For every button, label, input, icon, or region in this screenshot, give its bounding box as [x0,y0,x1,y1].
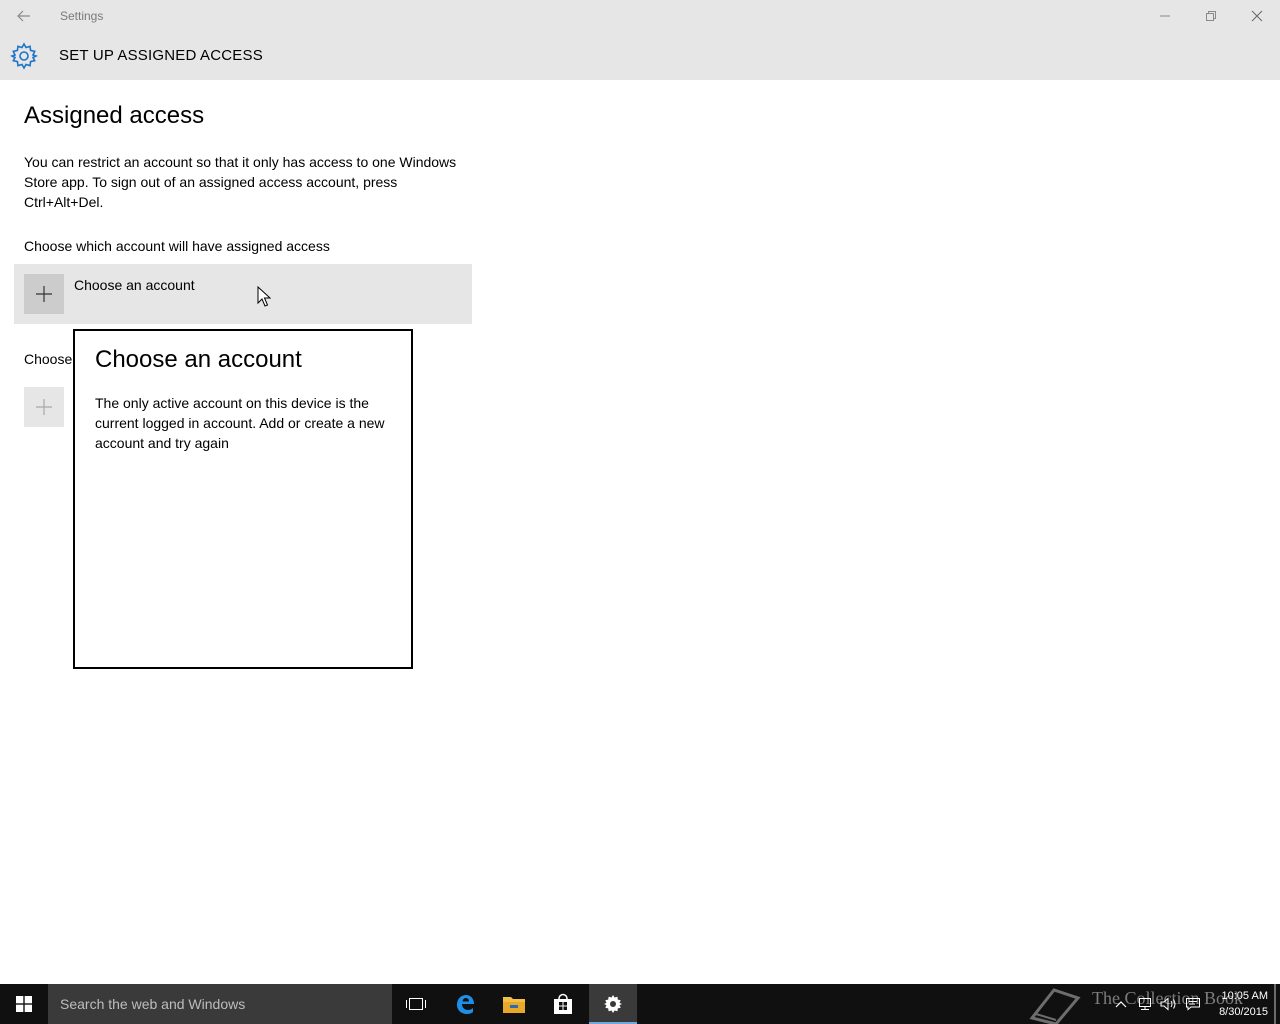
volume-button[interactable] [1158,984,1180,1024]
task-view-button[interactable] [392,984,440,1024]
show-desktop-button[interactable] [1274,984,1276,1024]
plus-icon [36,399,52,415]
back-button[interactable] [0,0,48,32]
speaker-icon [1160,997,1176,1011]
gear-icon [604,995,622,1013]
network-icon [1139,998,1151,1010]
add-account-tile [24,274,64,314]
header-title: SET UP ASSIGNED ACCESS [59,47,263,64]
choose-account-flyout: Choose an account The only active accoun… [73,329,413,669]
message-icon [1186,998,1200,1011]
minimize-icon [1160,15,1170,17]
page-title: Assigned access [24,102,205,129]
tray-overflow-button[interactable] [1110,984,1132,1024]
choose-account-label: Choose an account [74,277,195,293]
store-icon [554,993,572,1014]
taskbar: Search the web and Windows The Collectio… [0,984,1280,1024]
gear-icon [10,42,38,70]
settings-taskbar-button[interactable] [589,984,637,1024]
book-icon [1029,988,1081,1024]
start-button[interactable] [0,984,48,1024]
close-button[interactable] [1234,0,1280,32]
restore-button[interactable] [1188,0,1234,32]
plus-icon [36,286,52,302]
search-input[interactable]: Search the web and Windows [48,984,392,1024]
watermark: The Collection Book [1028,984,1243,1024]
chevron-up-icon [1115,1001,1127,1008]
folder-icon [503,997,525,1013]
windows-logo-icon [16,996,32,1012]
flyout-title: Choose an account [95,346,302,373]
system-clock[interactable]: 10:05 AM 8/30/2015 [1206,988,1268,1020]
search-placeholder: Search the web and Windows [60,996,246,1012]
clock-time: 10:05 AM [1221,990,1268,1002]
file-explorer-button[interactable] [490,984,538,1024]
store-button[interactable] [539,984,587,1024]
close-icon [1251,10,1263,22]
app-section-label: Choose [24,351,73,367]
mouse-cursor-icon [257,286,271,307]
back-arrow-icon [17,10,30,22]
choose-app-button[interactable] [24,387,64,427]
page-header: SET UP ASSIGNED ACCESS [0,32,1280,80]
account-section-label: Choose which account will have assigned … [24,238,330,254]
action-center-button[interactable] [1182,984,1204,1024]
edge-button[interactable] [441,984,489,1024]
window-title: Settings [60,9,104,23]
flyout-message: The only active account on this device i… [95,395,385,451]
restore-icon [1206,11,1216,21]
edge-icon [457,995,474,1014]
minimize-button[interactable] [1142,0,1188,32]
choose-account-button[interactable]: Choose an account [14,264,472,324]
title-bar: Settings [0,0,1280,32]
description-text: You can restrict an account so that it o… [24,154,457,210]
task-view-icon [406,998,426,1010]
network-button[interactable] [1134,984,1156,1024]
clock-date: 8/30/2015 [1219,1006,1268,1018]
